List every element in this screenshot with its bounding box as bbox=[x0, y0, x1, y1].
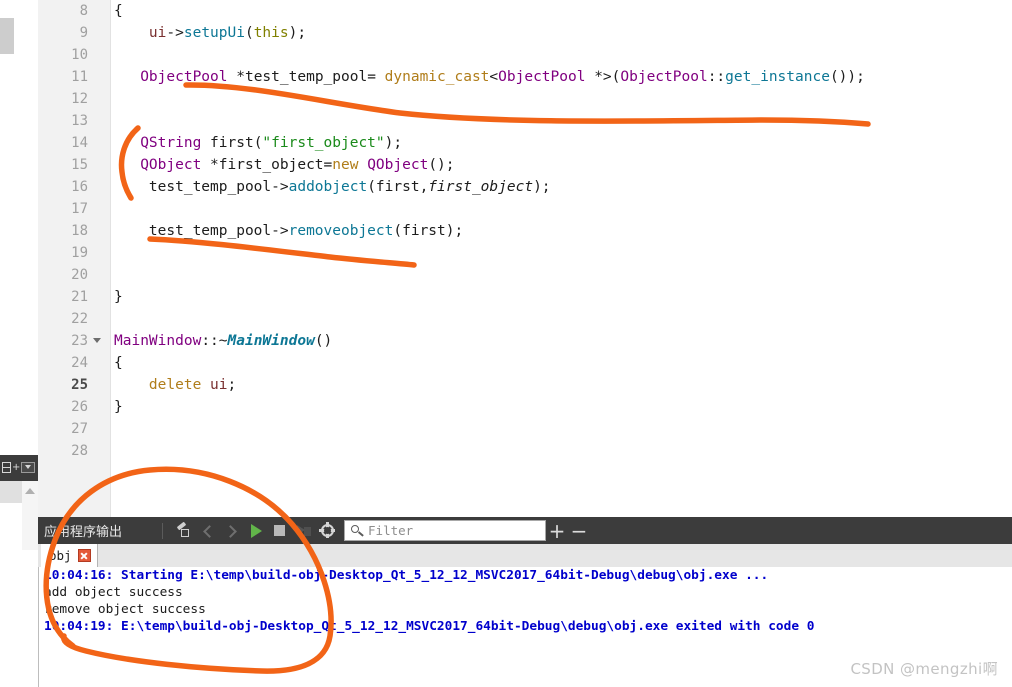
code-text: test_temp_pool->removeobject(first); bbox=[114, 223, 464, 239]
code-line[interactable]: 24 { bbox=[38, 352, 1012, 374]
line-number: 14 bbox=[71, 135, 88, 151]
code-line[interactable]: 8{ bbox=[38, 0, 1012, 22]
output-pane-header: 应用程序输出 Filter + − bbox=[38, 517, 1012, 544]
left-gray-block bbox=[0, 481, 22, 503]
line-number: 27 bbox=[71, 421, 88, 437]
line-number: 25 bbox=[71, 377, 88, 393]
stop-icon bbox=[274, 525, 286, 536]
line-number: 8 bbox=[79, 3, 88, 19]
output-scrollbar[interactable] bbox=[22, 481, 38, 550]
line-number: 18 bbox=[71, 223, 88, 239]
play-icon bbox=[251, 524, 263, 538]
code-text: QString first("first_object"); bbox=[140, 135, 403, 151]
output-tab-label: obj bbox=[49, 548, 72, 563]
code-text: test_temp_pool->addobject(first,first_ob… bbox=[114, 179, 551, 195]
code-line[interactable]: 27 bbox=[38, 418, 1012, 440]
code-line[interactable]: 14 QString first("first_object"); bbox=[38, 132, 1012, 154]
code-text: { bbox=[114, 3, 123, 19]
next-item-button[interactable] bbox=[220, 519, 243, 542]
watermark: CSDN @mengzhi啊 bbox=[850, 660, 998, 678]
code-line[interactable]: 21} bbox=[38, 286, 1012, 308]
code-line[interactable]: 22 bbox=[38, 308, 1012, 330]
code-text: } bbox=[114, 289, 123, 305]
code-text: QObject *first_object=new QObject(); bbox=[140, 157, 455, 173]
toolbar-separator bbox=[162, 522, 164, 539]
run-button[interactable] bbox=[244, 519, 267, 542]
line-number: 22 bbox=[71, 311, 88, 327]
editor-split-toolbar: + bbox=[0, 455, 38, 481]
output-tabstrip: obj bbox=[38, 544, 1012, 568]
settings-button[interactable] bbox=[316, 519, 339, 542]
line-number: 19 bbox=[71, 245, 88, 261]
code-line[interactable]: 11 ObjectPool *test_temp_pool= dynamic_c… bbox=[38, 66, 1012, 88]
code-line[interactable]: 26} bbox=[38, 396, 1012, 418]
filter-placeholder: Filter bbox=[368, 523, 414, 538]
code-line[interactable]: 13 bbox=[38, 110, 1012, 132]
code-line[interactable]: 9 ui->setupUi(this); bbox=[38, 22, 1012, 44]
zoom-out-button[interactable]: − bbox=[568, 521, 590, 541]
scroll-up-arrow-icon[interactable] bbox=[25, 488, 35, 494]
code-line[interactable]: 25 delete ui; bbox=[38, 374, 1012, 396]
line-number: 17 bbox=[71, 201, 88, 217]
code-text: { bbox=[114, 355, 123, 371]
output-pane-title: 应用程序输出 bbox=[44, 525, 123, 540]
editor-scrollbar-rail[interactable] bbox=[0, 0, 38, 455]
code-line[interactable]: 17 bbox=[38, 198, 1012, 220]
line-number: 15 bbox=[71, 157, 88, 173]
output-tab-obj[interactable]: obj bbox=[41, 544, 98, 567]
code-line[interactable]: 18 test_temp_pool->removeobject(first); bbox=[38, 220, 1012, 242]
output-line: remove object success bbox=[44, 602, 206, 617]
zoom-in-button[interactable]: + bbox=[546, 521, 568, 541]
scrollbar-thumb[interactable] bbox=[0, 18, 14, 54]
line-number: 10 bbox=[71, 47, 88, 63]
line-number: 9 bbox=[79, 25, 88, 41]
line-number: 24 bbox=[71, 355, 88, 371]
line-number: 20 bbox=[71, 267, 88, 283]
code-text: MainWindow::~MainWindow() bbox=[114, 333, 333, 349]
line-number: 12 bbox=[71, 91, 88, 107]
code-line[interactable]: 10 bbox=[38, 44, 1012, 66]
code-text: } bbox=[114, 399, 123, 415]
code-line[interactable]: 15 QObject *first_object=new QObject(); bbox=[38, 154, 1012, 176]
line-number: 16 bbox=[71, 179, 88, 195]
output-line: 10:04:16: Starting E:\temp\build-obj-Des… bbox=[44, 568, 769, 583]
editor-menu-icon[interactable] bbox=[21, 460, 37, 476]
close-icon[interactable] bbox=[77, 549, 91, 562]
previous-item-button[interactable] bbox=[196, 519, 219, 542]
code-editor[interactable]: 8{9 ui->setupUi(this); 10 11 ObjectPool *t… bbox=[38, 0, 1012, 517]
line-number: 28 bbox=[71, 443, 88, 459]
code-line[interactable]: 16 test_temp_pool->addobject(first,first… bbox=[38, 176, 1012, 198]
code-line[interactable]: 12 bbox=[38, 88, 1012, 110]
rerun-button[interactable] bbox=[292, 519, 315, 542]
code-line[interactable]: 20 bbox=[38, 264, 1012, 286]
code-text: ObjectPool *test_temp_pool= dynamic_cast… bbox=[140, 69, 865, 85]
code-text: delete ui; bbox=[148, 377, 237, 393]
line-number: 21 bbox=[71, 289, 88, 305]
filter-input[interactable]: Filter bbox=[344, 520, 547, 541]
clean-pane-button[interactable] bbox=[172, 519, 195, 542]
line-number: 11 bbox=[71, 69, 88, 85]
code-lines: 8{9 ui->setupUi(this); 10 11 ObjectPool *t… bbox=[38, 0, 1012, 462]
line-number: 23 bbox=[71, 333, 88, 349]
code-line[interactable]: 28 bbox=[38, 440, 1012, 462]
code-line[interactable]: 19 bbox=[38, 242, 1012, 264]
qt-creator-window: + 8{9 ui->setupUi(this); 10 11 ObjectPool … bbox=[0, 0, 1012, 687]
split-editor-icon[interactable]: + bbox=[2, 460, 20, 476]
fold-chevron-down-icon[interactable] bbox=[93, 338, 101, 343]
code-line[interactable]: 23 MainWindow::~MainWindow() bbox=[38, 330, 1012, 352]
line-number: 26 bbox=[71, 399, 88, 415]
output-line: 10:04:19: E:\temp\build-obj-Desktop_Qt_5… bbox=[44, 619, 815, 634]
line-number: 13 bbox=[71, 113, 88, 129]
search-icon bbox=[349, 523, 365, 539]
output-line: add object success bbox=[44, 585, 183, 600]
stop-button[interactable] bbox=[268, 519, 291, 542]
code-text: ui->setupUi(this); bbox=[114, 25, 307, 41]
